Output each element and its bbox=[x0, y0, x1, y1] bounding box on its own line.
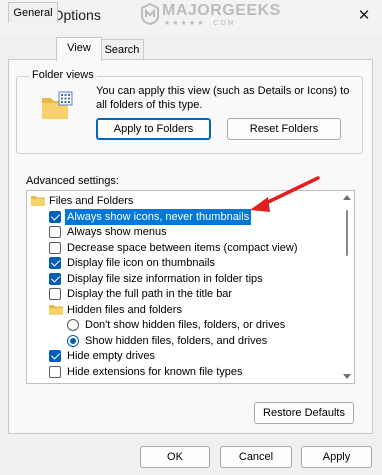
ok-button[interactable]: OK bbox=[140, 446, 210, 468]
close-button[interactable]: ✕ bbox=[354, 6, 374, 26]
checkbox-unchecked[interactable] bbox=[49, 241, 61, 254]
close-icon: ✕ bbox=[357, 7, 371, 24]
checkbox-checked[interactable] bbox=[49, 272, 61, 285]
tree-item-label: Display file size information in folder … bbox=[67, 272, 263, 285]
tree-item-label: Hide empty drives bbox=[67, 350, 156, 362]
tree-item-label: Display file icon on thumbnails bbox=[67, 257, 215, 269]
radio-unselected[interactable] bbox=[67, 319, 79, 331]
apply-to-folders-button[interactable]: Apply to Folders bbox=[96, 118, 211, 140]
tree-option-row[interactable]: Don't show hidden files, folders, or dri… bbox=[27, 317, 339, 333]
tab-search-label: Search bbox=[104, 44, 140, 56]
checkbox-checked[interactable] bbox=[49, 257, 61, 269]
checkbox-checked[interactable] bbox=[49, 350, 61, 362]
tree-item-label: Don't show hidden files, folders, or dri… bbox=[85, 319, 286, 331]
radio-selected[interactable] bbox=[67, 334, 79, 347]
watermark-stars: ★★★★★ .COM bbox=[164, 20, 236, 27]
scroll-up-icon[interactable] bbox=[343, 195, 351, 200]
tree-folder-row: Files and Folders bbox=[27, 193, 339, 209]
apply-button[interactable]: Apply bbox=[301, 446, 372, 468]
checkbox-checked[interactable] bbox=[49, 210, 61, 223]
advanced-settings-list[interactable]: Hide extensions for known file types Hide… bbox=[26, 190, 355, 384]
tab-general-label: General bbox=[13, 7, 53, 19]
tree-folder-row: Hidden files and folders bbox=[27, 302, 339, 318]
restore-defaults-button[interactable]: Restore Defaults bbox=[254, 402, 354, 424]
tree-item-label: Show hidden files, folders, and drives bbox=[85, 334, 268, 347]
folder-views-description: You can apply this view (such as Details… bbox=[96, 85, 350, 111]
tree-item-label: Hidden files and folders bbox=[67, 303, 182, 316]
tab-view-label: View bbox=[67, 42, 91, 54]
tree-item-label: Files and Folders bbox=[49, 195, 134, 207]
reset-folders-button[interactable]: Reset Folders bbox=[227, 118, 341, 140]
tree-option-row[interactable]: Always show menus bbox=[27, 224, 339, 240]
folder-views-label: Folder views bbox=[29, 69, 97, 81]
tab-search[interactable]: Search bbox=[100, 39, 144, 60]
watermark-text: MAJORGEEKS bbox=[162, 2, 281, 19]
scroll-down-icon[interactable] bbox=[343, 374, 351, 379]
advanced-settings-label: Advanced settings: bbox=[26, 175, 119, 187]
checkbox-unchecked[interactable] bbox=[49, 226, 61, 238]
tab-view[interactable]: View bbox=[56, 37, 102, 61]
tree-option-row[interactable]: Show hidden files, folders, and drives bbox=[27, 333, 339, 349]
tree-item-label: Always show icons, never thumbnails bbox=[65, 208, 252, 225]
tree-option-row[interactable]: Display file icon on thumbnails bbox=[27, 255, 339, 271]
folder-icon bbox=[49, 304, 63, 315]
watermark: MAJORGEEKS ★★★★★ .COM bbox=[140, 1, 280, 29]
tree-option-row[interactable]: Decrease space between items (compact vi… bbox=[27, 240, 339, 256]
tree-item-label: Decrease space between items (compact vi… bbox=[67, 241, 298, 254]
scrollbar-thumb[interactable] bbox=[346, 210, 348, 256]
tree-option-row[interactable]: Display file size information in folder … bbox=[27, 271, 339, 287]
folder-icon bbox=[31, 196, 45, 206]
tree-item-label: Display the full path in the title bar bbox=[67, 288, 233, 300]
tree-item-label: Hide extensions for known file types bbox=[67, 365, 243, 378]
tree-option-row[interactable]: Hide extensions for known file types bbox=[27, 364, 339, 380]
cancel-button[interactable]: Cancel bbox=[220, 446, 292, 468]
tree-item-label: Always show menus bbox=[67, 226, 167, 238]
tree-option-row[interactable]: Display the full path in the title bar bbox=[27, 286, 339, 302]
majorgeeks-logo-icon bbox=[141, 3, 159, 25]
tree-option-row[interactable]: Hide empty drives bbox=[27, 348, 339, 364]
checkbox-unchecked[interactable] bbox=[49, 365, 61, 378]
tab-general[interactable]: General bbox=[8, 2, 58, 23]
scrollbar[interactable] bbox=[341, 192, 353, 382]
checkbox-unchecked[interactable] bbox=[49, 288, 61, 300]
tree-option-row[interactable]: Always show icons, never thumbnails bbox=[27, 208, 339, 225]
folder-views-icon bbox=[42, 91, 73, 119]
